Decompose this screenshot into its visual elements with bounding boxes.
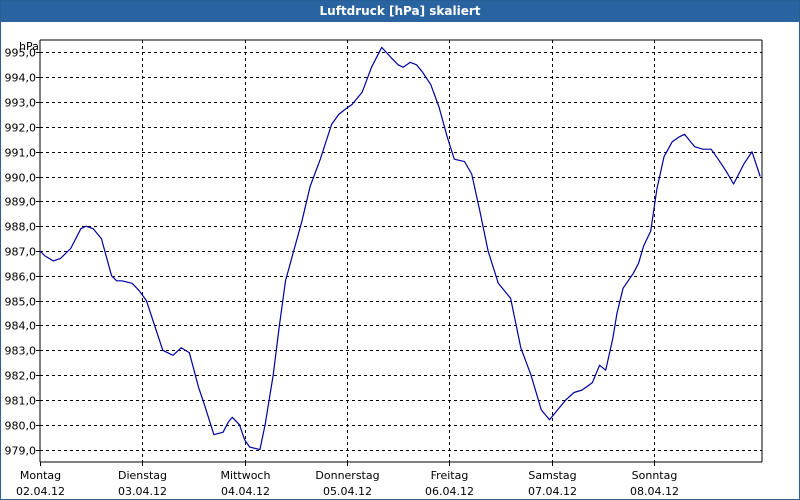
x-tick-day: Montag [20, 469, 61, 482]
pressure-chart: 979,0 980,0 981,0 982,0 983,0 984,0 985,0 986,0… [5, 39, 763, 498]
x-tick-day: Sonntag [632, 469, 678, 482]
y-tick-label: 985,0 [5, 296, 37, 309]
x-tick-date: 07.04.12 [528, 485, 577, 498]
x-tick-labels: Montag 02.04.12 Dienstag 03.04.12 Mittwoch 04… [16, 462, 679, 498]
y-axis-label: hPa [19, 40, 39, 53]
series-line-pressure [39, 46, 761, 451]
x-tick-date: 08.04.12 [630, 485, 679, 498]
y-tick-labels: 979,0 980,0 981,0 982,0 983,0 984,0 985,0 986,0… [5, 47, 40, 458]
x-tick-day: Donnerstag [315, 469, 379, 482]
x-tick-date: 02.04.12 [16, 485, 65, 498]
x-tick-day: Mittwoch [221, 469, 271, 482]
x-tick-day: Samstag [528, 469, 576, 482]
x-tick-date: 05.04.12 [323, 485, 372, 498]
x-tick-day: Dienstag [118, 469, 167, 482]
y-tick-label: 990,0 [5, 172, 37, 185]
y-tick-label: 993,0 [5, 97, 37, 110]
y-tick-label: 991,0 [5, 147, 37, 160]
y-tick-label: 982,0 [5, 370, 37, 383]
y-tick-label: 992,0 [5, 122, 37, 135]
y-tick-label: 988,0 [5, 221, 37, 234]
x-tick-date: 04.04.12 [221, 485, 270, 498]
y-tick-label: 989,0 [5, 196, 37, 209]
y-tick-label: 981,0 [5, 395, 37, 408]
grid-lines [40, 40, 762, 462]
y-tick-label: 987,0 [5, 246, 37, 259]
y-tick-label: 986,0 [5, 271, 37, 284]
x-tick-date: 03.04.12 [118, 485, 167, 498]
series-group [39, 46, 761, 451]
x-tick-day: Freitag [431, 469, 469, 482]
y-tick-label: 984,0 [5, 320, 37, 333]
x-tick-date: 06.04.12 [425, 485, 474, 498]
y-tick-label: 980,0 [5, 420, 37, 433]
y-tick-label: 979,0 [5, 445, 37, 458]
y-tick-label: 994,0 [5, 72, 37, 85]
y-tick-label: 983,0 [5, 345, 37, 358]
